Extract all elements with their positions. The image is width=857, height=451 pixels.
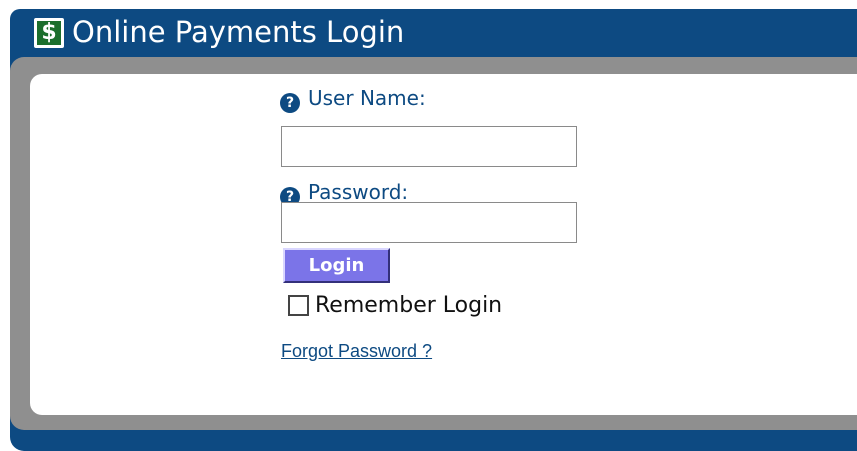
remember-login-row[interactable]: Remember Login [288,293,548,321]
question-circle-icon[interactable]: ? [280,93,300,113]
username-label: User Name: [308,86,426,110]
logo-glyph: $ [37,21,61,45]
dollar-logo-icon: $ [34,18,64,48]
remember-login-label[interactable]: Remember Login [315,293,502,319]
login-panel: $ Online Payments Login ? User Name: ? Pas… [10,9,857,451]
login-card: ? User Name: ? Password: Login Remember Lo… [30,74,857,415]
password-input[interactable] [281,202,577,243]
password-label: Password: [308,180,409,204]
form-frame: ? User Name: ? Password: Login Remember Lo… [10,57,857,430]
login-button[interactable]: Login [283,248,390,283]
username-label-row: ? User Name: [280,86,426,113]
username-input[interactable] [281,126,577,167]
page-title: Online Payments Login [72,15,405,49]
checkbox-unchecked-icon[interactable] [288,295,309,316]
forgot-password-link[interactable]: Forgot Password ? [281,340,432,362]
panel-header: $ Online Payments Login [10,9,857,53]
